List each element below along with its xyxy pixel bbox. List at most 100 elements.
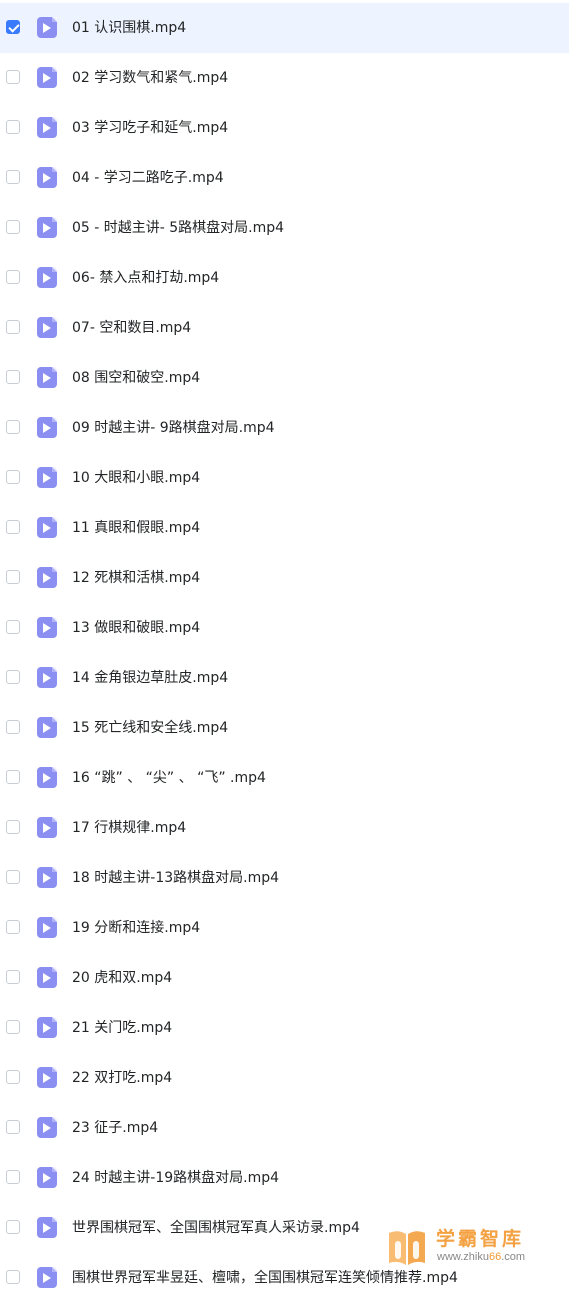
- file-row[interactable]: 17 行棋规律.mp4: [0, 803, 569, 853]
- file-name[interactable]: 06- 禁入点和打劫.mp4: [72, 268, 219, 288]
- video-file-icon: [37, 517, 57, 538]
- file-row[interactable]: 22 双打吃.mp4: [0, 1053, 569, 1103]
- file-name[interactable]: 围棋世界冠军芈昱廷、檀啸，全国围棋冠军连笑倾情推荐.mp4: [72, 1268, 458, 1288]
- file-name[interactable]: 01 认识围棋.mp4: [72, 18, 186, 38]
- file-name[interactable]: 05 - 时越主讲- 5路棋盘对局.mp4: [72, 218, 284, 238]
- file-name[interactable]: 08 围空和破空.mp4: [72, 368, 200, 388]
- file-row[interactable]: 12 死棋和活棋.mp4: [0, 553, 569, 603]
- file-row[interactable]: 14 金角银边草肚皮.mp4: [0, 653, 569, 703]
- checkbox-icon[interactable]: [6, 520, 20, 534]
- file-name[interactable]: 16 “跳” 、 “尖” 、 “飞” .mp4: [72, 768, 266, 788]
- file-row[interactable]: 05 - 时越主讲- 5路棋盘对局.mp4: [0, 203, 569, 253]
- video-file-icon: [37, 817, 57, 838]
- checkbox-icon[interactable]: [6, 270, 20, 284]
- video-file-icon: [37, 317, 57, 338]
- checkbox-icon[interactable]: [6, 720, 20, 734]
- file-row[interactable]: 09 时越主讲- 9路棋盘对局.mp4: [0, 403, 569, 453]
- checkbox-icon[interactable]: [6, 1270, 20, 1284]
- file-name[interactable]: 07- 空和数目.mp4: [72, 318, 191, 338]
- watermark-url-highlight: 66: [488, 1251, 502, 1263]
- checkbox-icon[interactable]: [6, 420, 20, 434]
- video-file-icon: [37, 567, 57, 588]
- checkbox-icon[interactable]: [6, 220, 20, 234]
- file-name[interactable]: 12 死棋和活棋.mp4: [72, 568, 200, 588]
- file-row[interactable]: 11 真眼和假眼.mp4: [0, 503, 569, 553]
- file-row[interactable]: 06- 禁入点和打劫.mp4: [0, 253, 569, 303]
- file-row[interactable]: 10 大眼和小眼.mp4: [0, 453, 569, 503]
- file-name[interactable]: 11 真眼和假眼.mp4: [72, 518, 200, 538]
- file-row[interactable]: 07- 空和数目.mp4: [0, 303, 569, 353]
- book-logo-icon: [389, 1231, 425, 1265]
- video-file-icon: [37, 667, 57, 688]
- file-name[interactable]: 17 行棋规律.mp4: [72, 818, 186, 838]
- file-name[interactable]: 22 双打吃.mp4: [72, 1068, 172, 1088]
- file-row[interactable]: 02 学习数气和紧气.mp4: [0, 53, 569, 103]
- file-row[interactable]: 18 时越主讲-13路棋盘对局.mp4: [0, 853, 569, 903]
- checkbox-icon[interactable]: [6, 920, 20, 934]
- file-row[interactable]: 21 关门吃.mp4: [0, 1003, 569, 1053]
- file-row[interactable]: 01 认识围棋.mp4: [0, 3, 569, 53]
- file-name[interactable]: 18 时越主讲-13路棋盘对局.mp4: [72, 868, 279, 888]
- file-row[interactable]: 23 征子.mp4: [0, 1103, 569, 1153]
- checkbox-icon[interactable]: [6, 1020, 20, 1034]
- video-file-icon: [37, 417, 57, 438]
- file-row[interactable]: 20 虎和双.mp4: [0, 953, 569, 1003]
- video-file-icon: [37, 1217, 57, 1238]
- checkbox-icon[interactable]: [6, 470, 20, 484]
- video-file-icon: [37, 1017, 57, 1038]
- video-file-icon: [37, 67, 57, 88]
- file-row[interactable]: 19 分断和连接.mp4: [0, 903, 569, 953]
- file-list: 01 认识围棋.mp4 02 学习数气和紧气.mp4 03 学习吃子和延气.mp4 0…: [0, 3, 569, 1303]
- video-file-icon: [37, 117, 57, 138]
- file-name[interactable]: 13 做眼和破眼.mp4: [72, 618, 200, 638]
- video-file-icon: [37, 367, 57, 388]
- file-row[interactable]: 13 做眼和破眼.mp4: [0, 603, 569, 653]
- file-row[interactable]: 15 死亡线和安全线.mp4: [0, 703, 569, 753]
- checkbox-icon[interactable]: [6, 370, 20, 384]
- file-name[interactable]: 23 征子.mp4: [72, 1118, 158, 1138]
- checkbox-icon[interactable]: [6, 1220, 20, 1234]
- file-row[interactable]: 24 时越主讲-19路棋盘对局.mp4: [0, 1153, 569, 1203]
- checkbox-icon[interactable]: [6, 20, 20, 34]
- watermark-url-prefix: www.zhiku: [437, 1251, 489, 1263]
- file-name[interactable]: 10 大眼和小眼.mp4: [72, 468, 200, 488]
- video-file-icon: [37, 617, 57, 638]
- checkbox-icon[interactable]: [6, 120, 20, 134]
- file-row[interactable]: 04 - 学习二路吃子.mp4: [0, 153, 569, 203]
- checkbox-icon[interactable]: [6, 970, 20, 984]
- file-name[interactable]: 世界围棋冠军、全国围棋冠军真人采访录.mp4: [72, 1218, 360, 1238]
- file-name[interactable]: 14 金角银边草肚皮.mp4: [72, 668, 228, 688]
- file-name[interactable]: 04 - 学习二路吃子.mp4: [72, 168, 224, 188]
- file-name[interactable]: 02 学习数气和紧气.mp4: [72, 68, 228, 88]
- checkbox-icon[interactable]: [6, 320, 20, 334]
- file-row[interactable]: 03 学习吃子和延气.mp4: [0, 103, 569, 153]
- file-name[interactable]: 03 学习吃子和延气.mp4: [72, 118, 228, 138]
- checkbox-icon[interactable]: [6, 1120, 20, 1134]
- watermark: 学霸智库 www.zhiku66.com: [386, 1224, 556, 1270]
- checkbox-icon[interactable]: [6, 70, 20, 84]
- file-name[interactable]: 20 虎和双.mp4: [72, 968, 172, 988]
- checkbox-icon[interactable]: [6, 770, 20, 784]
- file-name[interactable]: 24 时越主讲-19路棋盘对局.mp4: [72, 1168, 279, 1188]
- video-file-icon: [37, 1167, 57, 1188]
- video-file-icon: [37, 1267, 57, 1288]
- video-file-icon: [37, 167, 57, 188]
- file-name[interactable]: 15 死亡线和安全线.mp4: [72, 718, 228, 738]
- file-row[interactable]: 16 “跳” 、 “尖” 、 “飞” .mp4: [0, 753, 569, 803]
- checkbox-icon[interactable]: [6, 1070, 20, 1084]
- checkbox-icon[interactable]: [6, 870, 20, 884]
- file-name[interactable]: 09 时越主讲- 9路棋盘对局.mp4: [72, 418, 275, 438]
- checkbox-icon[interactable]: [6, 670, 20, 684]
- checkbox-icon[interactable]: [6, 570, 20, 584]
- checkbox-icon[interactable]: [6, 620, 20, 634]
- video-file-icon: [37, 1117, 57, 1138]
- file-row[interactable]: 08 围空和破空.mp4: [0, 353, 569, 403]
- video-file-icon: [37, 1067, 57, 1088]
- watermark-url: www.zhiku66.com: [437, 1251, 525, 1263]
- video-file-icon: [37, 267, 57, 288]
- file-name[interactable]: 21 关门吃.mp4: [72, 1018, 172, 1038]
- checkbox-icon[interactable]: [6, 1170, 20, 1184]
- file-name[interactable]: 19 分断和连接.mp4: [72, 918, 200, 938]
- checkbox-icon[interactable]: [6, 170, 20, 184]
- checkbox-icon[interactable]: [6, 820, 20, 834]
